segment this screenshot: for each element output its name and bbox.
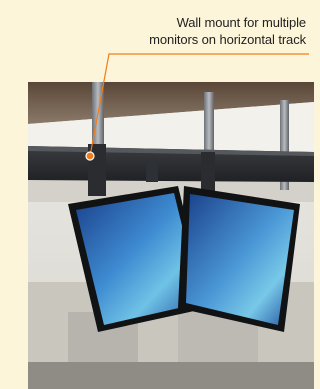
callout-caption: Wall mount for multiple monitors on hori…: [66, 14, 306, 48]
figure-panel: Wall mount for multiple monitors on hori…: [0, 0, 314, 389]
caption-line-2: monitors on horizontal track: [149, 32, 306, 47]
monitor-mount-photo: [28, 82, 314, 389]
caption-line-1: Wall mount for multiple: [176, 15, 307, 30]
